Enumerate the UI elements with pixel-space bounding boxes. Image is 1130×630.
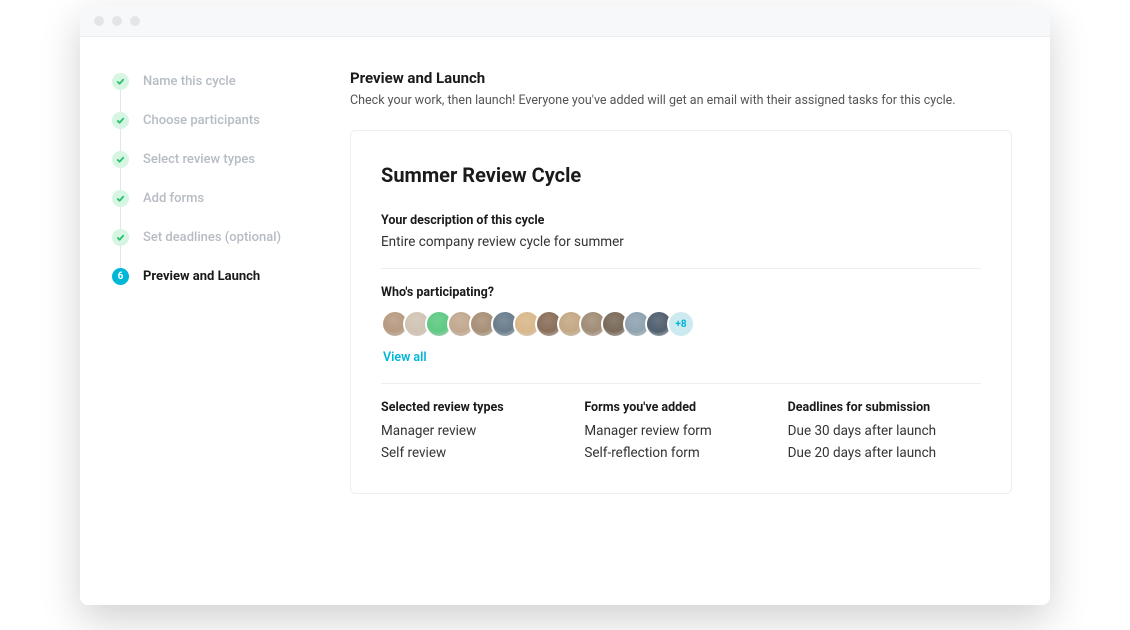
forms-column: Forms you've added Manager review form S…: [584, 400, 777, 467]
step-label: Choose participants: [143, 113, 260, 128]
summary-columns: Selected review types Manager review Sel…: [381, 400, 981, 467]
step-number-icon: 6: [112, 268, 129, 285]
step-label: Preview and Launch: [143, 269, 260, 284]
column-label: Deadlines for submission: [788, 400, 981, 415]
page-title: Preview and Launch: [350, 69, 1012, 87]
step-label: Name this cycle: [143, 74, 236, 89]
minimize-dot[interactable]: [112, 16, 122, 26]
step-sidebar: Name this cycle Choose participants Sele…: [112, 69, 350, 581]
content-area: Name this cycle Choose participants Sele…: [80, 37, 1050, 605]
maximize-dot[interactable]: [130, 16, 140, 26]
step-preview-launch[interactable]: 6 Preview and Launch: [112, 268, 350, 307]
list-item: Manager review form: [584, 423, 777, 439]
step-name-cycle[interactable]: Name this cycle: [112, 73, 350, 112]
avatar-more-badge[interactable]: +8: [667, 310, 695, 338]
preview-card: Summer Review Cycle Your description of …: [350, 130, 1012, 494]
step-label: Add forms: [143, 191, 204, 206]
step-add-forms[interactable]: Add forms: [112, 190, 350, 229]
column-label: Forms you've added: [584, 400, 777, 415]
list-item: Self review: [381, 445, 574, 461]
titlebar: [80, 5, 1050, 37]
list-item: Self-reflection form: [584, 445, 777, 461]
check-icon: [112, 151, 129, 168]
description-text: Entire company review cycle for summer: [381, 234, 981, 250]
participants-label: Who's participating?: [381, 285, 981, 300]
step-label: Set deadlines (optional): [143, 230, 281, 245]
check-icon: [112, 112, 129, 129]
review-types-column: Selected review types Manager review Sel…: [381, 400, 574, 467]
list-item: Manager review: [381, 423, 574, 439]
check-icon: [112, 73, 129, 90]
app-window: Name this cycle Choose participants Sele…: [80, 5, 1050, 605]
step-choose-participants[interactable]: Choose participants: [112, 112, 350, 151]
divider: [381, 268, 981, 269]
divider: [381, 383, 981, 384]
cycle-title: Summer Review Cycle: [381, 163, 981, 187]
step-set-deadlines[interactable]: Set deadlines (optional): [112, 229, 350, 268]
main-panel: Preview and Launch Check your work, then…: [350, 69, 1012, 581]
description-label: Your description of this cycle: [381, 213, 981, 228]
list-item: Due 30 days after launch: [788, 423, 981, 439]
column-label: Selected review types: [381, 400, 574, 415]
page-subtitle: Check your work, then launch! Everyone y…: [350, 93, 1012, 108]
step-label: Select review types: [143, 152, 255, 167]
check-icon: [112, 190, 129, 207]
list-item: Due 20 days after launch: [788, 445, 981, 461]
deadlines-column: Deadlines for submission Due 30 days aft…: [788, 400, 981, 467]
check-icon: [112, 229, 129, 246]
view-all-link[interactable]: View all: [383, 350, 427, 365]
avatar-row: +8: [381, 310, 981, 338]
step-select-review-types[interactable]: Select review types: [112, 151, 350, 190]
close-dot[interactable]: [94, 16, 104, 26]
